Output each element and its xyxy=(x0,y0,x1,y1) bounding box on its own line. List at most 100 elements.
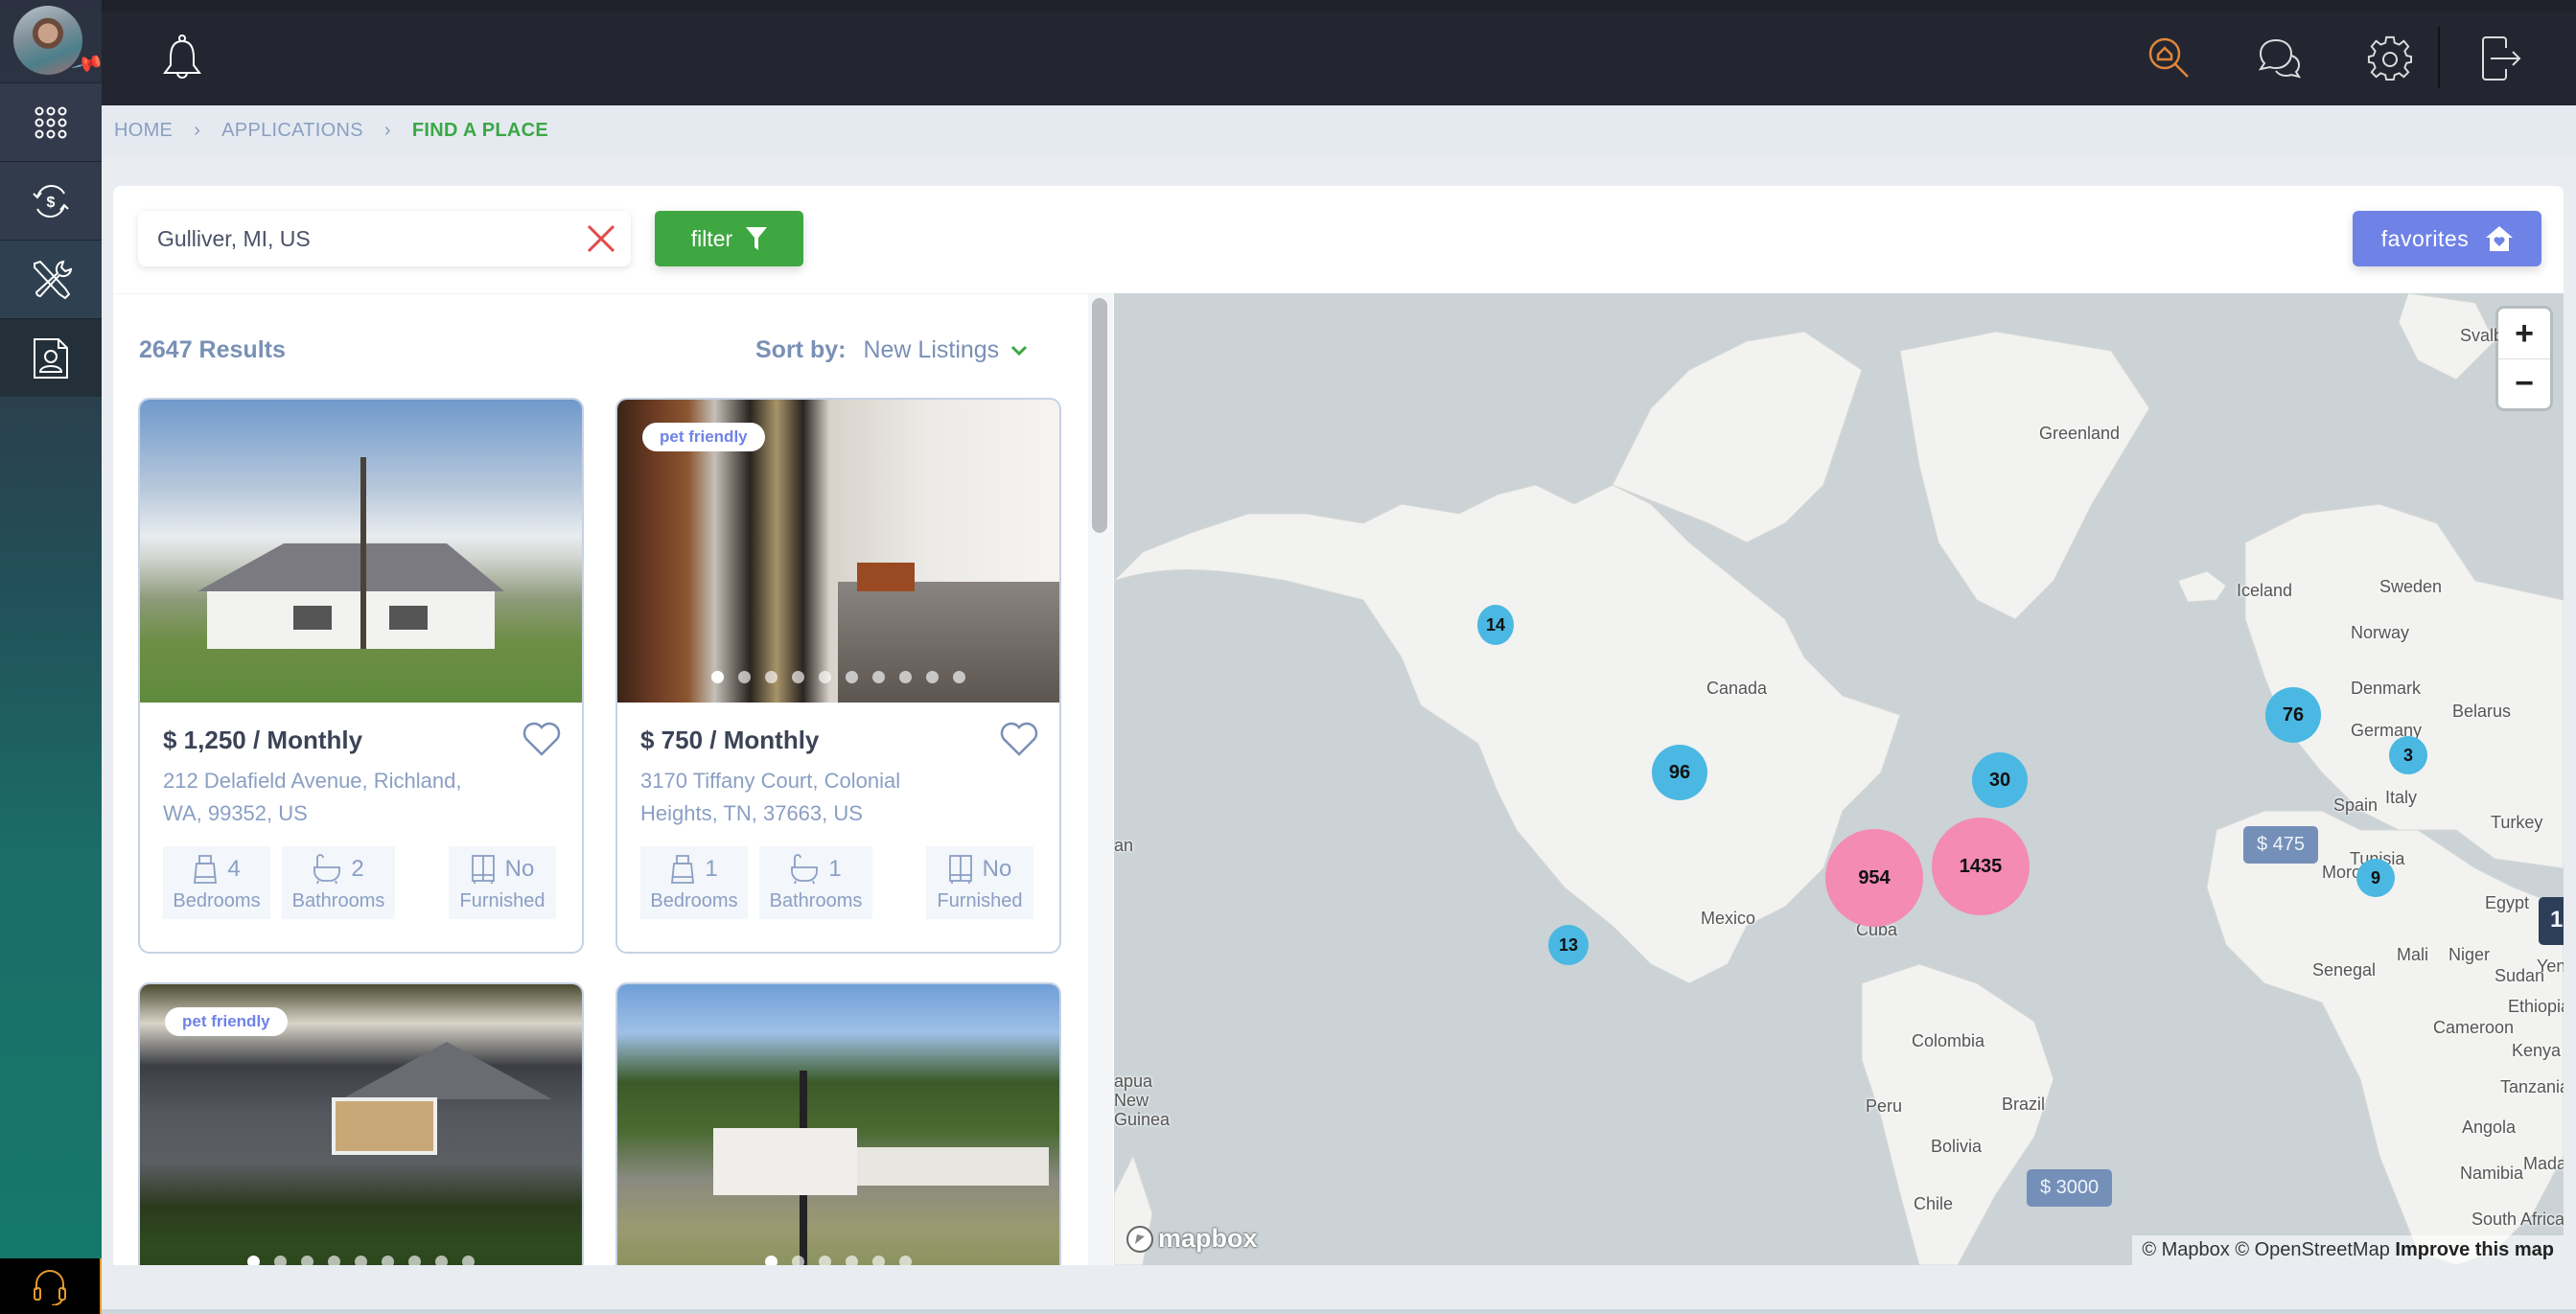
map-cluster[interactable]: 76 xyxy=(2265,687,2321,743)
bathrooms-count: 1 xyxy=(828,855,842,882)
photo-dot[interactable] xyxy=(846,671,858,683)
notifications-button[interactable] xyxy=(161,33,203,85)
logout-button[interactable] xyxy=(2475,33,2527,84)
zoom-out-button[interactable]: − xyxy=(2498,358,2550,408)
mapbox-logo[interactable]: mapbox xyxy=(1126,1224,1258,1254)
listings-list: 2647 Results Sort by: New Listings $ 1,2… xyxy=(113,293,1113,1265)
breadcrumb-applications[interactable]: APPLICATIONS xyxy=(221,120,363,142)
listing-card[interactable] xyxy=(615,982,1061,1265)
map-cluster[interactable]: 1435 xyxy=(1932,818,2030,915)
map-price-tag[interactable]: $ 475 xyxy=(2243,826,2319,864)
heart-icon[interactable] xyxy=(1000,722,1038,756)
photo-dot[interactable] xyxy=(819,671,831,683)
map-label: Norway xyxy=(2351,623,2410,642)
map-attribution: © Mapbox © OpenStreetMap Improve this ma… xyxy=(2132,1235,2564,1265)
photo-dot[interactable] xyxy=(711,671,724,683)
photo-dot[interactable] xyxy=(435,1256,448,1265)
photo-dot[interactable] xyxy=(408,1256,421,1265)
map-cluster[interactable]: 14 xyxy=(1477,605,1514,645)
map-label: Angola xyxy=(2462,1118,2517,1137)
photo-dot[interactable] xyxy=(899,1256,912,1265)
map-label: Namibia xyxy=(2460,1164,2524,1183)
sidebar-item-tools[interactable] xyxy=(0,240,102,318)
zoom-in-button[interactable]: + xyxy=(2498,309,2550,358)
sort-dropdown[interactable]: New Listings xyxy=(863,336,1028,364)
listing-photo[interactable] xyxy=(617,984,1059,1265)
photo-dot[interactable] xyxy=(765,1256,777,1265)
listing-photo[interactable]: pet friendly xyxy=(617,400,1059,703)
chevron-right-icon: › xyxy=(194,119,201,141)
photo-dot[interactable] xyxy=(301,1256,313,1265)
map-label: Yen xyxy=(2537,957,2564,976)
furnished-label: Furnished xyxy=(937,889,1023,911)
attribution-text[interactable]: © Mapbox © OpenStreetMap xyxy=(2142,1239,2390,1260)
bedrooms-feature: 4 Bedrooms xyxy=(163,846,270,919)
photo-dot[interactable] xyxy=(819,1256,831,1265)
listing-card[interactable]: pet friendly xyxy=(138,982,584,1265)
top-bar xyxy=(102,0,2576,105)
photo-dot[interactable] xyxy=(765,671,777,683)
photo-dot[interactable] xyxy=(274,1256,287,1265)
find-place-button[interactable] xyxy=(2144,33,2195,84)
contact-file-icon xyxy=(34,337,68,379)
clear-search-icon[interactable] xyxy=(585,222,617,255)
bedrooms-count: 1 xyxy=(705,855,718,882)
filter-button[interactable]: filter xyxy=(655,211,803,266)
bathtub-icon xyxy=(313,853,341,884)
listing-card[interactable]: pet friendly $ 750 / Monthly 3170 Tiffan… xyxy=(615,398,1061,954)
map-price-tag[interactable]: $ 3000 xyxy=(2027,1169,2113,1207)
map-label: Mali xyxy=(2397,945,2429,964)
photo-dot[interactable] xyxy=(792,671,804,683)
settings-button[interactable] xyxy=(2364,33,2416,84)
sort-label: Sort by: xyxy=(755,336,847,363)
photo-dot[interactable] xyxy=(953,671,965,683)
listing-price: $ 1,250 / Monthly xyxy=(163,726,363,754)
map-cluster[interactable]: 13 xyxy=(1548,925,1589,965)
improve-map-link[interactable]: Improve this map xyxy=(2395,1239,2554,1260)
favorites-label: favorites xyxy=(2380,225,2470,251)
map-cluster[interactable]: 3 xyxy=(2389,736,2427,774)
favorites-button[interactable]: favorites xyxy=(2353,211,2541,266)
breadcrumb-home[interactable]: HOME xyxy=(114,120,173,142)
photo-dot[interactable] xyxy=(247,1256,260,1265)
photo-dot[interactable] xyxy=(899,671,912,683)
photo-dot[interactable] xyxy=(792,1256,804,1265)
photo-dot[interactable] xyxy=(355,1256,367,1265)
headset-icon xyxy=(34,1270,66,1305)
photo-dot[interactable] xyxy=(328,1256,340,1265)
photo-dot[interactable] xyxy=(462,1256,475,1265)
pet-friendly-badge: pet friendly xyxy=(165,1007,288,1036)
map-label: Cameroon xyxy=(2433,1018,2515,1037)
help-button[interactable] xyxy=(0,1258,102,1314)
bathrooms-feature: 2 Bathrooms xyxy=(282,846,395,919)
photo-dot[interactable] xyxy=(738,671,751,683)
map-price-tag[interactable]: 13 xyxy=(2539,897,2564,945)
listing-card[interactable]: $ 1,250 / Monthly 212 Delafield Avenue, … xyxy=(138,398,584,954)
listing-photo[interactable]: pet friendly xyxy=(140,984,582,1265)
bedrooms-feature: 1 Bedrooms xyxy=(640,846,748,919)
map-cluster[interactable]: 9 xyxy=(2356,859,2395,897)
sidebar-item-apps[interactable] xyxy=(0,82,102,161)
map-label: Canada xyxy=(1706,679,1768,698)
map[interactable]: Svalbard Greenland Iceland Sweden Norway… xyxy=(1114,293,2564,1265)
photo-dot[interactable] xyxy=(382,1256,394,1265)
bed-icon xyxy=(194,854,218,884)
heart-icon[interactable] xyxy=(522,722,561,756)
mapbox-icon xyxy=(1126,1225,1153,1253)
search-input[interactable] xyxy=(157,225,560,252)
map-label: apua New Guinea xyxy=(1114,1072,1171,1129)
map-cluster[interactable]: 30 xyxy=(1972,752,2028,808)
map-cluster[interactable]: 96 xyxy=(1652,745,1707,800)
photo-dot[interactable] xyxy=(872,1256,885,1265)
photo-dot[interactable] xyxy=(926,671,939,683)
messages-button[interactable] xyxy=(2255,33,2307,84)
listing-photo[interactable] xyxy=(140,400,582,703)
photo-dot[interactable] xyxy=(872,671,885,683)
sidebar-item-profile[interactable] xyxy=(0,318,102,397)
pet-friendly-badge: pet friendly xyxy=(642,423,765,451)
sidebar-item-finance[interactable]: $ xyxy=(0,161,102,240)
photo-dot[interactable] xyxy=(846,1256,858,1265)
map-label: Tanzania xyxy=(2500,1077,2564,1096)
list-scrollbar[interactable] xyxy=(1092,298,1107,533)
map-cluster[interactable]: 954 xyxy=(1825,829,1923,927)
